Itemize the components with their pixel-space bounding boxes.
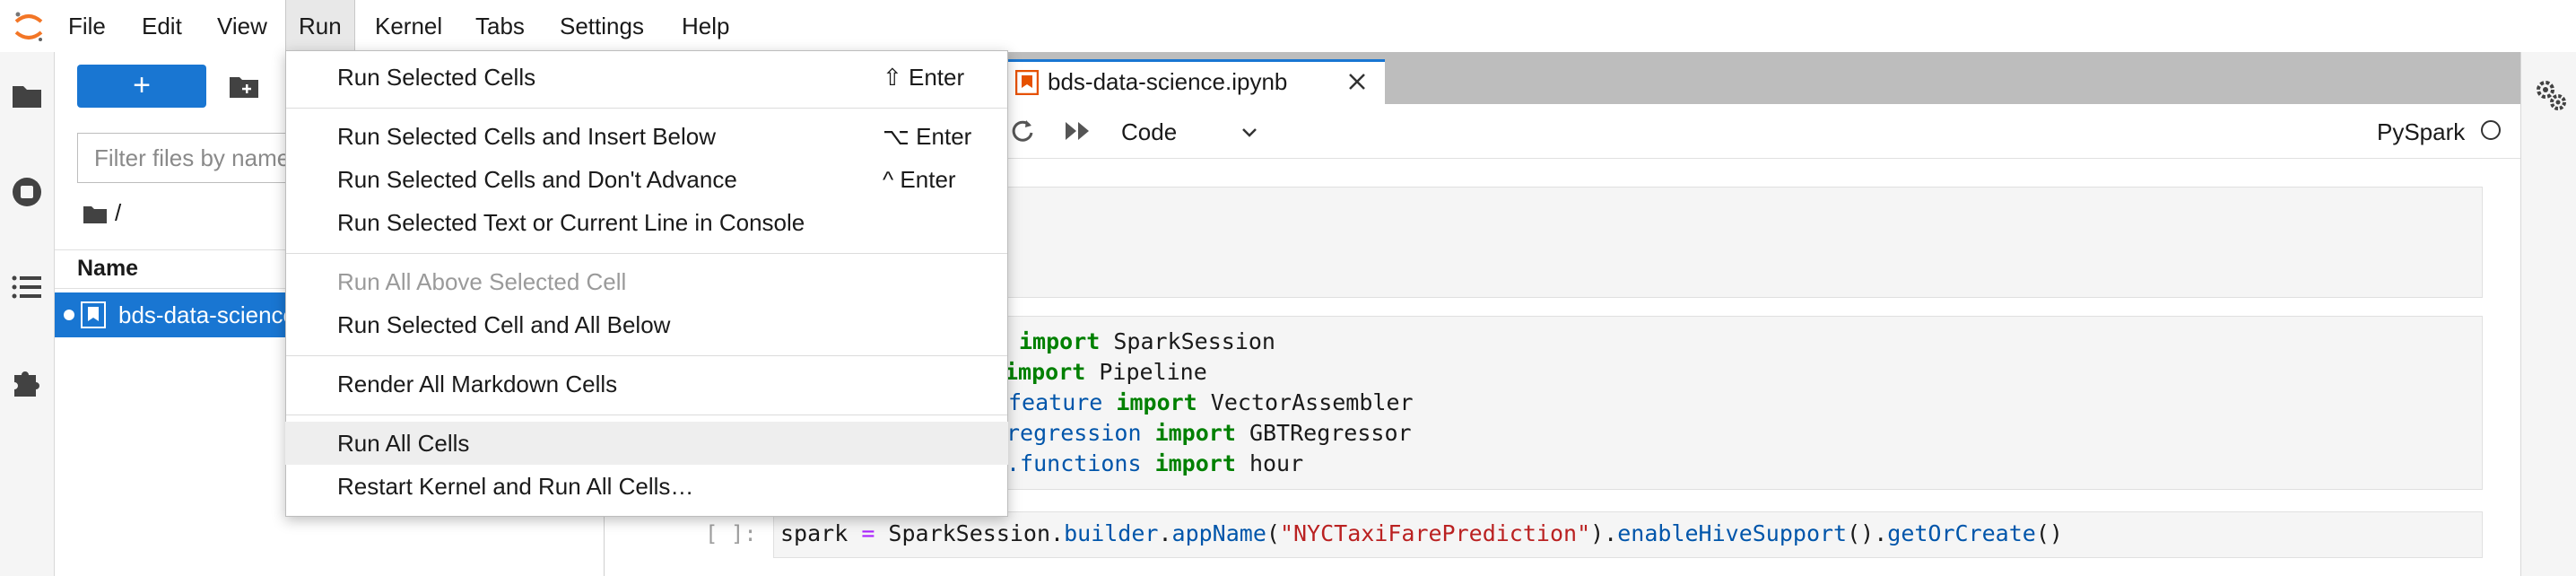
close-icon[interactable] — [1345, 70, 1369, 93]
kernel-status-icon — [2481, 120, 2501, 140]
new-folder-icon[interactable] — [228, 72, 260, 100]
extensions-icon[interactable] — [7, 362, 47, 402]
code-line: .functions import hour — [1006, 450, 1304, 476]
menu-separator — [286, 108, 1007, 109]
table-of-contents-icon[interactable] — [7, 267, 47, 307]
menu-item-label: Restart Kernel and Run All Cells… — [337, 473, 694, 500]
menu-item-shortcut: ⌥ Enter — [883, 123, 972, 150]
restart-kernel-icon[interactable] — [1008, 117, 1037, 145]
menu-item-shortcut: ^ Enter — [883, 166, 956, 193]
code-line: spark = SparkSession.builder.appName("NY… — [780, 520, 2063, 546]
menu-item-label: Run All Cells — [337, 430, 470, 457]
menu-tabs[interactable]: Tabs — [463, 0, 537, 52]
code-cell[interactable] — [773, 187, 2483, 298]
menu-item-label: Run Selected Cells and Insert Below — [337, 123, 717, 150]
menu-item-label: Render All Markdown Cells — [337, 371, 618, 397]
column-header-name[interactable]: Name — [77, 253, 138, 284]
code-line: regression import GBTRegressor — [1006, 420, 1412, 446]
menu-view[interactable]: View — [205, 0, 280, 52]
right-sidebar — [2520, 52, 2576, 576]
kernel-name[interactable]: PySpark — [2377, 106, 2465, 158]
property-inspector-gear-icon[interactable] — [2533, 77, 2569, 113]
menu-file[interactable]: File — [56, 0, 118, 52]
running-sessions-icon[interactable] — [7, 172, 47, 212]
menu-separator — [286, 355, 1007, 356]
menu-item-label: Run Selected Cells and Don't Advance — [337, 166, 737, 193]
code-line: import SparkSession — [1019, 328, 1275, 354]
notebook-file-icon — [81, 301, 106, 328]
menu-item-label: Run Selected Cell and All Below — [337, 311, 671, 338]
menu-item-shortcut: ⇧ Enter — [883, 64, 965, 91]
menu-separator — [286, 253, 1007, 254]
menu-help[interactable]: Help — [669, 0, 742, 52]
running-indicator-icon — [64, 310, 74, 320]
folder-icon[interactable] — [7, 75, 47, 115]
menu-kernel[interactable]: Kernel — [362, 0, 455, 52]
cell-type-select[interactable]: Code — [1121, 106, 1177, 158]
menu-item-label: Run All Above Selected Cell — [337, 268, 627, 295]
code-line: import Pipeline — [1005, 359, 1207, 385]
menu-run[interactable]: Run — [285, 0, 355, 52]
chevron-down-icon[interactable] — [1240, 122, 1259, 142]
new-launcher-button[interactable]: + — [77, 65, 206, 108]
tab-label: bds-data-science.ipynb — [1048, 68, 1288, 95]
code-line: feature import VectorAssembler — [1008, 389, 1414, 415]
menu-item-label: Run Selected Cells — [337, 64, 536, 91]
jupyter-logo-icon — [14, 12, 43, 41]
menu-item-label: Run Selected Text or Current Line in Con… — [337, 209, 805, 236]
activity-bar — [0, 52, 55, 576]
cell-prompt: [ ]: — [705, 521, 757, 546]
menu-settings[interactable]: Settings — [547, 0, 657, 52]
run-all-icon[interactable] — [1062, 118, 1094, 144]
menu-edit[interactable]: Edit — [129, 0, 195, 52]
notebook-tab-icon — [1015, 70, 1039, 95]
breadcrumb[interactable]: / — [115, 199, 121, 227]
breadcrumb-folder-icon[interactable] — [83, 205, 108, 224]
